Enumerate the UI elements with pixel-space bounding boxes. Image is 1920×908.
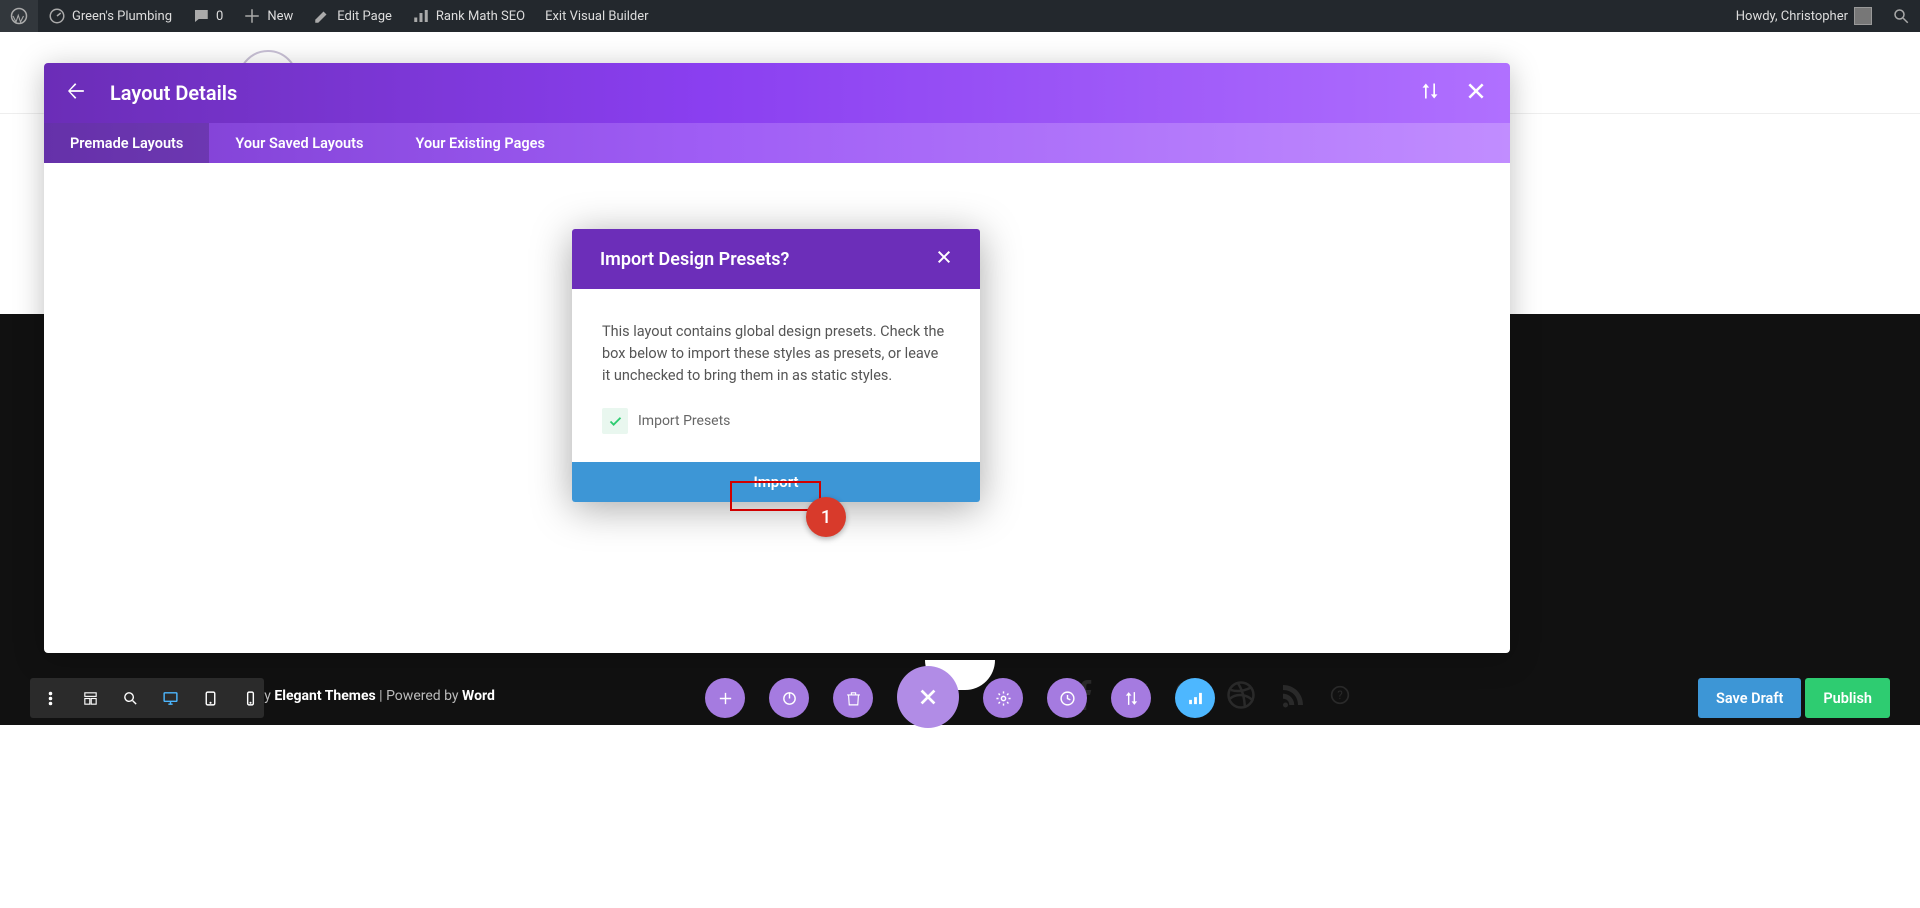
clear-layout-button[interactable] — [833, 678, 873, 718]
edit-page[interactable]: Edit Page — [303, 0, 402, 32]
import-button[interactable]: Import — [572, 462, 980, 502]
dashboard-icon — [48, 7, 66, 25]
save-draft-label: Save Draft — [1716, 690, 1783, 707]
back-button[interactable] — [68, 81, 88, 106]
tab-saved-layouts[interactable]: Your Saved Layouts — [209, 123, 389, 163]
close-builder-button[interactable] — [897, 666, 959, 728]
annotation-number: 1 — [821, 507, 831, 528]
wp-logo[interactable] — [0, 0, 38, 32]
arrows-up-down-icon — [1123, 690, 1140, 707]
panel-header: Layout Details — [44, 63, 1510, 123]
exit-vb-label: Exit Visual Builder — [545, 9, 648, 24]
rank-math[interactable]: Rank Math SEO — [402, 0, 535, 32]
publish-button[interactable]: Publish — [1805, 678, 1890, 718]
page-settings-button[interactable] — [983, 678, 1023, 718]
wordpress-icon — [10, 7, 28, 25]
dialog-body-text: This layout contains global design prese… — [602, 321, 950, 386]
new[interactable]: New — [233, 0, 303, 32]
wp-admin-bar: Green's Plumbing 0 New Edit Page Rank Ma… — [0, 0, 1920, 32]
comments[interactable]: 0 — [182, 0, 233, 32]
checkbox-checked[interactable] — [602, 408, 628, 434]
seo-button[interactable] — [1175, 678, 1215, 718]
admin-search[interactable] — [1882, 0, 1920, 32]
builder-toolbar — [0, 678, 1920, 728]
panel-title: Layout Details — [110, 81, 237, 105]
save-library-button[interactable] — [769, 678, 809, 718]
publish-label: Publish — [1823, 690, 1872, 707]
power-icon — [781, 690, 798, 707]
howdy-label: Howdy, Christopher — [1736, 9, 1848, 24]
howdy-user[interactable]: Howdy, Christopher — [1726, 0, 1882, 32]
close-icon — [917, 686, 939, 708]
tab-label: Your Existing Pages — [415, 135, 544, 152]
chart-icon — [1187, 690, 1204, 707]
comments-count: 0 — [216, 9, 223, 24]
annotation-badge: 1 — [806, 497, 846, 537]
dialog-title: Import Design Presets? — [600, 249, 789, 270]
import-button-label: Import — [753, 473, 798, 491]
tab-existing-pages[interactable]: Your Existing Pages — [389, 123, 570, 163]
close-panel-button[interactable] — [1466, 81, 1486, 106]
close-icon — [936, 249, 952, 265]
search-icon — [1892, 7, 1910, 25]
clock-icon — [1059, 690, 1076, 707]
site-name[interactable]: Green's Plumbing — [38, 0, 182, 32]
edit-page-label: Edit Page — [337, 9, 392, 24]
back-arrow-icon — [68, 81, 88, 101]
plus-icon — [243, 7, 261, 25]
exit-visual-builder[interactable]: Exit Visual Builder — [535, 0, 658, 32]
avatar — [1854, 7, 1872, 25]
rank-math-label: Rank Math SEO — [436, 9, 525, 24]
load-library-button[interactable] — [705, 678, 745, 718]
trash-icon — [845, 690, 862, 707]
checkbox-label: Import Presets — [638, 411, 730, 432]
pencil-icon — [313, 7, 331, 25]
chart-icon — [412, 7, 430, 25]
gear-icon — [995, 690, 1012, 707]
plus-icon — [717, 690, 734, 707]
tab-label: Your Saved Layouts — [235, 135, 363, 152]
panel-tabs: Premade Layouts Your Saved Layouts Your … — [44, 123, 1510, 163]
site-name-label: Green's Plumbing — [72, 9, 172, 24]
import-export-button[interactable] — [1420, 81, 1440, 106]
tab-premade-layouts[interactable]: Premade Layouts — [44, 123, 209, 163]
new-label: New — [267, 9, 293, 24]
import-presets-checkbox-row[interactable]: Import Presets — [602, 408, 950, 434]
check-icon — [608, 414, 623, 429]
dialog-header: Import Design Presets? — [572, 229, 980, 289]
import-presets-dialog: Import Design Presets? This layout conta… — [572, 229, 980, 502]
comment-icon — [192, 7, 210, 25]
save-draft-button[interactable]: Save Draft — [1698, 678, 1801, 718]
tab-label: Premade Layouts — [70, 135, 183, 152]
portability-button[interactable] — [1111, 678, 1151, 718]
close-icon — [1466, 81, 1486, 101]
history-button[interactable] — [1047, 678, 1087, 718]
close-dialog-button[interactable] — [936, 249, 952, 270]
save-actions: Save Draft Publish — [1698, 678, 1890, 718]
arrows-up-down-icon — [1420, 81, 1440, 101]
